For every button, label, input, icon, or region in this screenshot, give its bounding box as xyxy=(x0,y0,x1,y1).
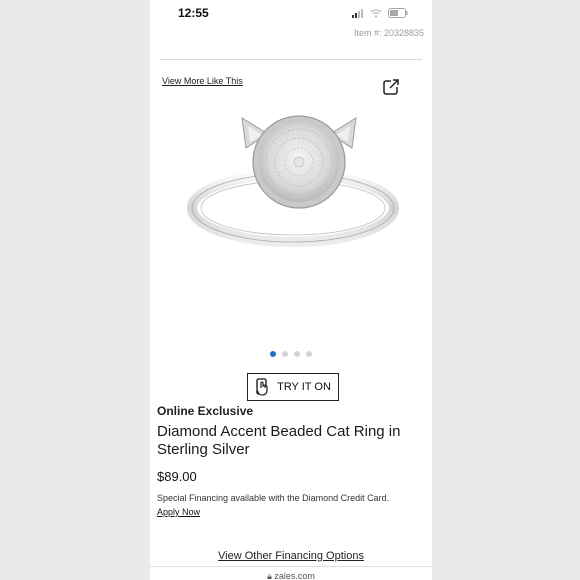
try-it-on-button[interactable]: TRY IT ON xyxy=(247,373,339,401)
view-more-like-this-link[interactable]: View More Like This xyxy=(162,76,243,86)
carousel-dot-4[interactable] xyxy=(306,351,312,357)
browser-url-bar[interactable]: 🔒︎ zales.com xyxy=(150,571,432,580)
status-bar: 12:55 xyxy=(150,0,432,28)
carousel-dot-3[interactable] xyxy=(294,351,300,357)
header-divider xyxy=(160,59,422,60)
view-financing-options-link[interactable]: View Other Financing Options xyxy=(150,550,432,562)
financing-note: Special Financing available with the Dia… xyxy=(157,493,390,503)
browser-url: zales.com xyxy=(274,571,315,580)
try-it-on-label: TRY IT ON xyxy=(277,381,331,393)
product-price: $89.00 xyxy=(157,469,197,484)
status-time: 12:55 xyxy=(178,6,209,20)
carousel-dots xyxy=(150,351,432,357)
mobile-page: 12:55 Item #: 20328835 View More Like Th… xyxy=(150,0,432,580)
wifi-icon xyxy=(370,8,382,18)
online-exclusive-badge: Online Exclusive xyxy=(157,404,254,418)
share-icon[interactable] xyxy=(382,78,400,96)
product-image-cat-ring[interactable] xyxy=(186,104,400,266)
carousel-dot-1[interactable] xyxy=(270,351,276,357)
carousel-dot-2[interactable] xyxy=(282,351,288,357)
status-icons xyxy=(352,8,408,18)
battery-icon xyxy=(388,8,408,18)
apply-now-link[interactable]: Apply Now xyxy=(157,507,200,517)
item-number: Item #: 20328835 xyxy=(353,28,424,38)
browser-bar-divider xyxy=(150,566,432,567)
product-title: Diamond Accent Beaded Cat Ring in Sterli… xyxy=(157,423,401,458)
cell-signal-icon xyxy=(352,8,363,18)
hand-phone-icon xyxy=(256,378,268,396)
